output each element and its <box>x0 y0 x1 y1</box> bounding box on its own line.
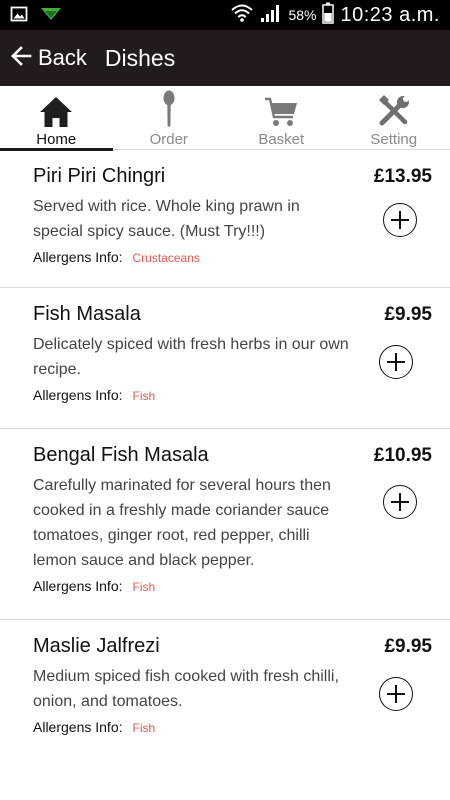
arrow-left-icon <box>10 45 32 72</box>
cart-icon <box>264 88 298 128</box>
dish-price: £9.95 <box>384 304 432 325</box>
allergens-row: Allergens Info: Fish <box>33 719 450 735</box>
dish-list: Piri Piri Chingri Served with rice. Whol… <box>0 150 450 760</box>
allergens-row: Allergens Info: Crustaceans <box>33 249 450 265</box>
tab-label: Order <box>149 131 188 148</box>
battery-icon <box>322 2 335 29</box>
dish-description: Carefully marinated for several hours th… <box>33 477 331 569</box>
status-right: 58% 10:23 a.m. <box>230 0 440 30</box>
add-to-basket-button[interactable] <box>379 677 413 711</box>
download-icon <box>40 6 62 27</box>
dish-description: Medium spiced fish cooked with fresh chi… <box>33 668 339 710</box>
tab-label: Setting <box>370 131 418 148</box>
allergens-value: Crustaceans <box>132 251 200 265</box>
dish-item: Bengal Fish Masala Carefully marinated f… <box>0 429 450 620</box>
dish-description: Delicately spiced with fresh herbs in ou… <box>33 336 349 378</box>
add-to-basket-button[interactable] <box>379 345 413 379</box>
home-icon <box>39 88 73 128</box>
app-bar: Back Dishes <box>0 30 450 86</box>
tab-setting[interactable]: Setting <box>338 86 450 150</box>
allergens-label: Allergens Info: <box>33 719 123 735</box>
tab-home[interactable]: Home <box>0 86 113 151</box>
allergens-value: Fish <box>132 721 156 735</box>
dish-description: Served with rice. Whole king prawn in sp… <box>33 198 300 240</box>
dish-price: £13.95 <box>373 166 432 187</box>
clock: 10:23 a.m. <box>340 3 440 26</box>
page-title: Dishes <box>104 44 176 71</box>
tools-icon <box>377 88 411 128</box>
back-label: Back <box>38 45 87 70</box>
allergens-value: Fish <box>132 389 156 403</box>
allergens-label: Allergens Info: <box>33 578 123 594</box>
back-button[interactable]: Back <box>0 30 97 86</box>
allergens-label: Allergens Info: <box>33 249 123 265</box>
wifi-icon <box>230 3 254 28</box>
allergens-label: Allergens Info: <box>33 387 123 403</box>
dish-price: £10.95 <box>373 445 432 466</box>
add-to-basket-button[interactable] <box>383 485 417 519</box>
allergens-row: Allergens Info: Fish <box>33 578 450 594</box>
allergens-value: Fish <box>132 580 156 594</box>
dish-item: Maslie Jalfrezi Medium spiced fish cooke… <box>0 620 450 760</box>
tab-order[interactable]: Order <box>113 86 226 150</box>
tab-label: Basket <box>258 131 305 148</box>
dish-item: Piri Piri Chingri Served with rice. Whol… <box>0 150 450 288</box>
tab-bar: Home Order Basket Setting <box>0 86 450 151</box>
dish-price: £9.95 <box>384 636 432 657</box>
tab-basket[interactable]: Basket <box>225 86 338 150</box>
battery-percent: 58% <box>288 7 317 23</box>
dish-item: Fish Masala Delicately spiced with fresh… <box>0 288 450 429</box>
tab-label: Home <box>36 131 77 148</box>
image-icon <box>10 5 28 28</box>
add-to-basket-button[interactable] <box>383 203 417 237</box>
allergens-row: Allergens Info: Fish <box>33 387 450 403</box>
status-left <box>10 5 62 28</box>
signal-icon <box>260 3 282 28</box>
status-bar: 58% 10:23 a.m. <box>0 0 450 30</box>
spoon-icon <box>161 88 177 128</box>
